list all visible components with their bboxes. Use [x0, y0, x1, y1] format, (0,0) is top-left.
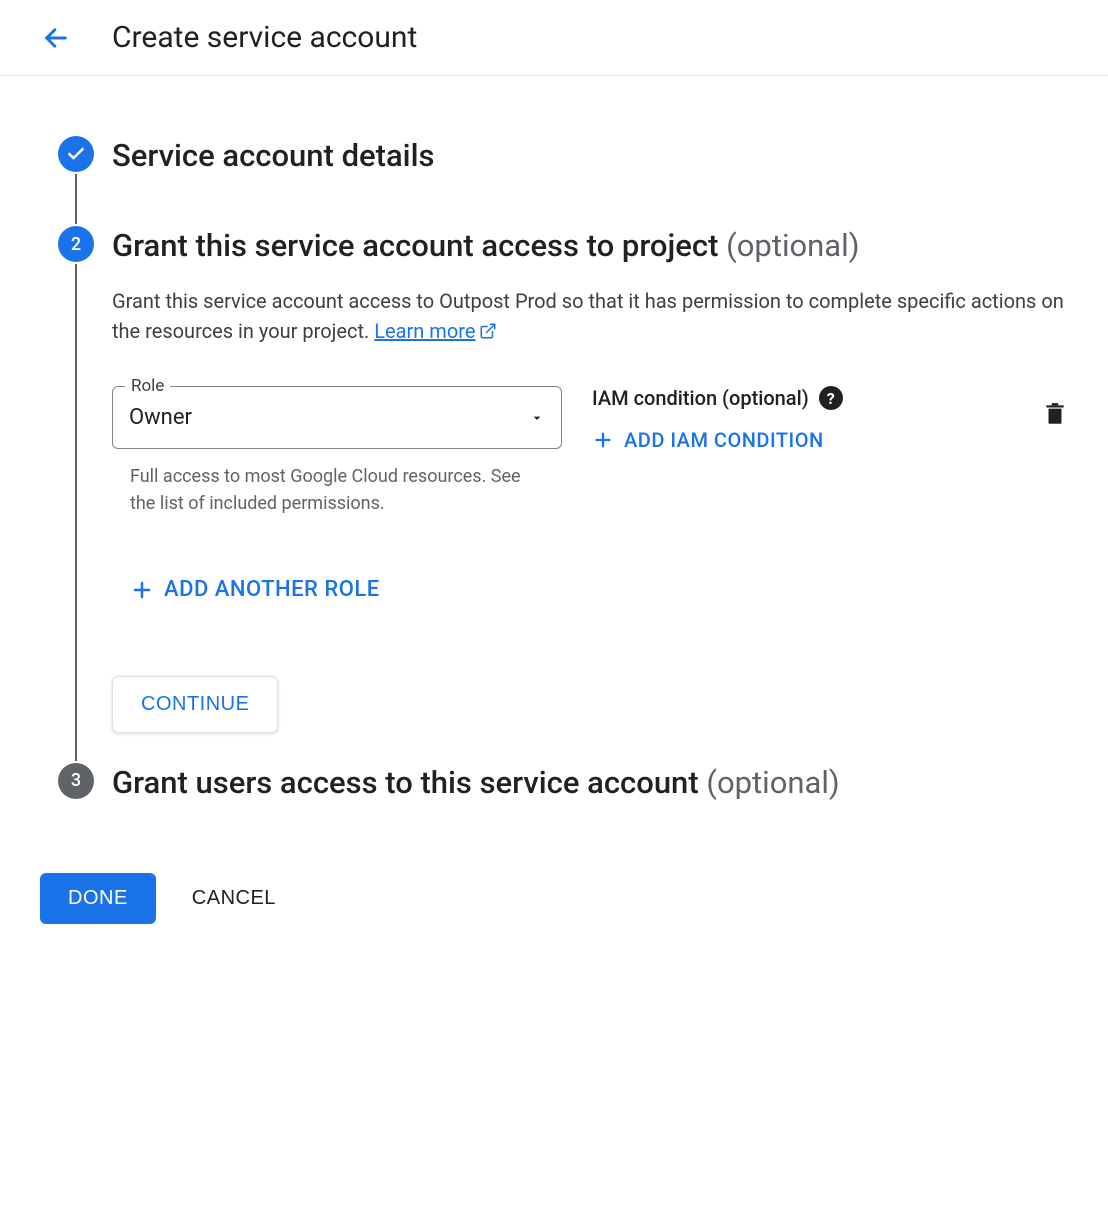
step-2: 2 Grant this service account access to p…	[40, 226, 1068, 763]
page-title: Create service account	[112, 20, 417, 55]
add-iam-condition-label: ADD IAM CONDITION	[624, 428, 824, 452]
step-3-optional: (optional)	[706, 764, 839, 801]
learn-more-link[interactable]: Learn more	[374, 316, 497, 346]
step-3: 3 Grant users access to this service acc…	[40, 763, 1068, 833]
plus-icon	[592, 429, 614, 451]
add-another-role-label: ADD ANOTHER ROLE	[164, 577, 380, 602]
role-field-label: Role	[125, 376, 170, 396]
add-another-role-button[interactable]: ADD ANOTHER ROLE	[130, 577, 380, 602]
step-1-complete-icon	[58, 136, 94, 172]
step-2-title-text: Grant this service account access to pro…	[112, 227, 718, 264]
external-link-icon	[479, 322, 497, 340]
delete-role-button[interactable]	[1042, 386, 1068, 431]
iam-condition-col: IAM condition (optional) ? ADD IAM CONDI…	[592, 386, 1012, 455]
step-2-optional: (optional)	[726, 227, 859, 264]
step-1: Service account details	[40, 136, 1068, 226]
trash-icon	[1042, 401, 1068, 427]
page-header: Create service account	[0, 0, 1108, 76]
stepper: Service account details 2 Grant this ser…	[40, 136, 1068, 833]
role-select[interactable]: Role Owner	[112, 386, 562, 449]
help-icon[interactable]: ?	[819, 386, 843, 410]
arrow-left-icon	[42, 24, 70, 52]
step-2-description: Grant this service account access to Out…	[112, 286, 1068, 346]
learn-more-text: Learn more	[374, 316, 475, 346]
iam-condition-label: IAM condition (optional)	[592, 386, 809, 410]
role-helper-text: Full access to most Google Cloud resourc…	[112, 463, 562, 517]
step-1-title[interactable]: Service account details	[112, 136, 1068, 176]
back-button[interactable]	[40, 22, 72, 54]
cancel-button[interactable]: CANCEL	[192, 887, 276, 910]
role-field-value: Owner	[129, 405, 192, 430]
plus-icon	[130, 578, 154, 602]
add-iam-condition-button[interactable]: ADD IAM CONDITION	[592, 428, 824, 452]
chevron-down-icon	[529, 410, 545, 426]
bottom-actions: DONE CANCEL	[40, 873, 1068, 924]
role-row: Role Owner Full access to most Google Cl…	[112, 386, 1068, 517]
step-2-desc-text: Grant this service account access to Out…	[112, 289, 1064, 343]
done-button[interactable]: DONE	[40, 873, 156, 924]
step-3-title[interactable]: Grant users access to this service accou…	[112, 763, 1068, 803]
step-2-title: Grant this service account access to pro…	[112, 226, 1068, 266]
step-3-number: 3	[58, 763, 94, 799]
checkmark-icon	[66, 144, 86, 164]
step-3-title-text: Grant users access to this service accou…	[112, 764, 706, 801]
continue-button[interactable]: CONTINUE	[112, 676, 278, 733]
step-2-number: 2	[58, 226, 94, 262]
